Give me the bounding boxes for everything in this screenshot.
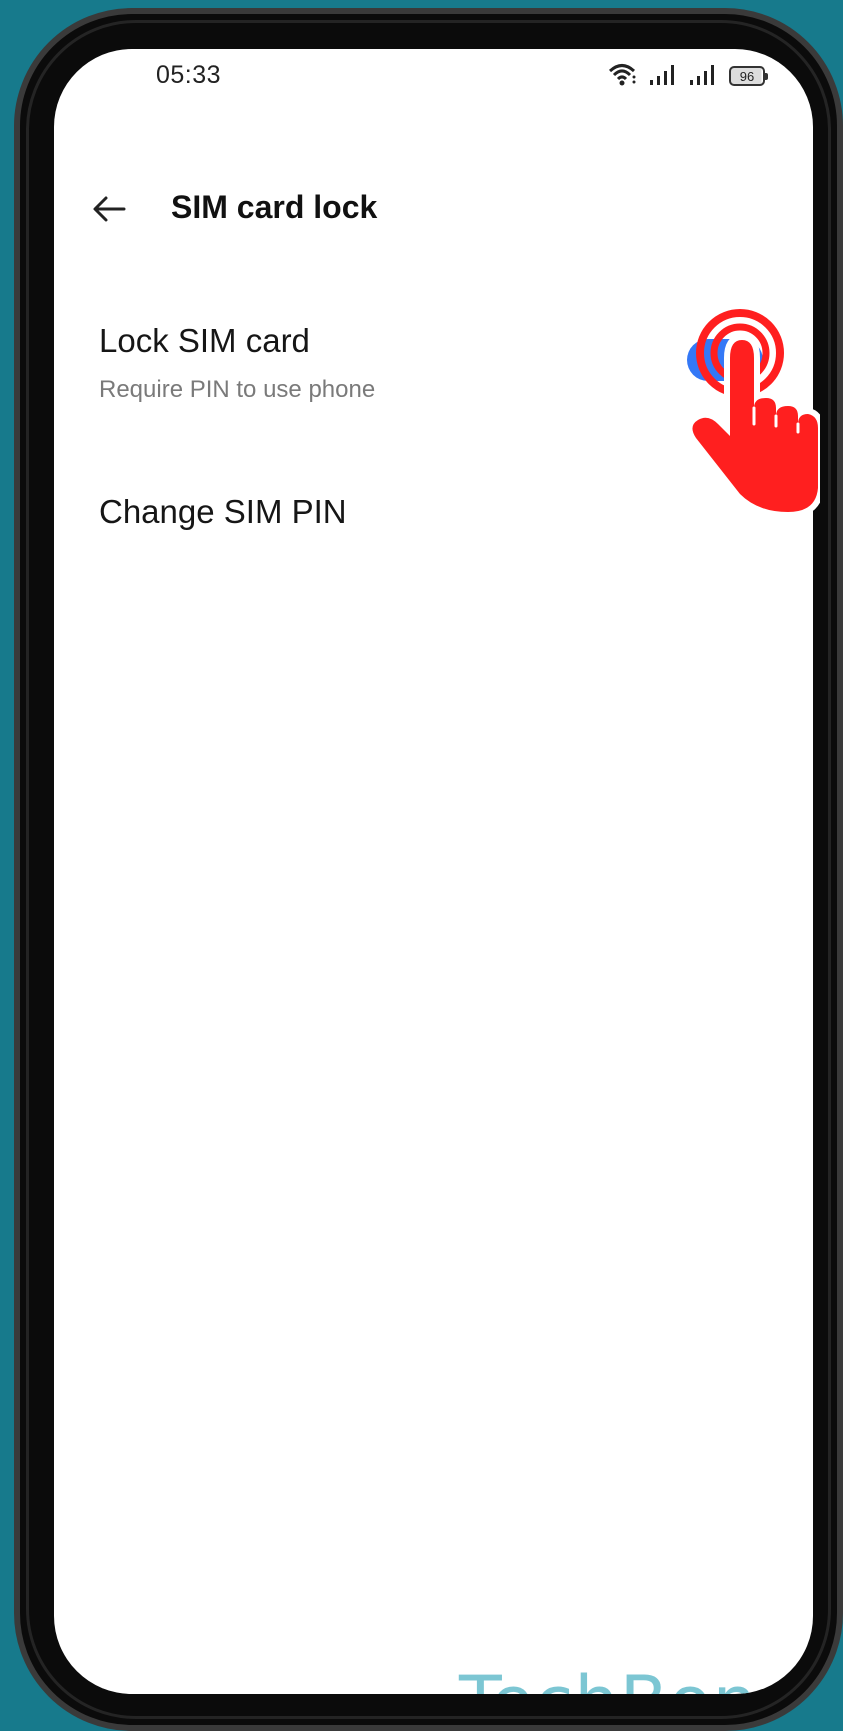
back-button[interactable] [88, 187, 132, 231]
signal-icon [689, 62, 717, 91]
watermark: TechBone [459, 1667, 802, 1694]
battery-icon: 96 [729, 66, 768, 86]
wifi-icon [607, 61, 637, 92]
status-bar: 05:33 96 [54, 49, 813, 109]
lock-sim-card-toggle[interactable] [687, 339, 763, 381]
lock-sim-card-subtitle: Require PIN to use phone [99, 376, 376, 403]
lock-sim-card-row[interactable]: Lock SIM card Require PIN to use phone [54, 304, 813, 424]
arrow-left-icon [93, 196, 126, 222]
change-sim-pin-title: Change SIM PIN [99, 493, 347, 530]
change-sim-pin-row[interactable]: Change SIM PIN [54, 479, 813, 559]
status-icons: 96 [607, 61, 768, 92]
app-header: SIM card lock [54, 179, 813, 239]
page-title: SIM card lock [171, 189, 378, 225]
signal-icon [649, 62, 677, 91]
phone-screen: 05:33 96 SIM card lock Lock SIM card Req… [54, 49, 813, 1694]
lock-sim-card-title: Lock SIM card [99, 322, 310, 359]
status-time: 05:33 [156, 61, 222, 89]
toggle-knob [727, 345, 757, 375]
battery-level: 96 [739, 68, 755, 84]
